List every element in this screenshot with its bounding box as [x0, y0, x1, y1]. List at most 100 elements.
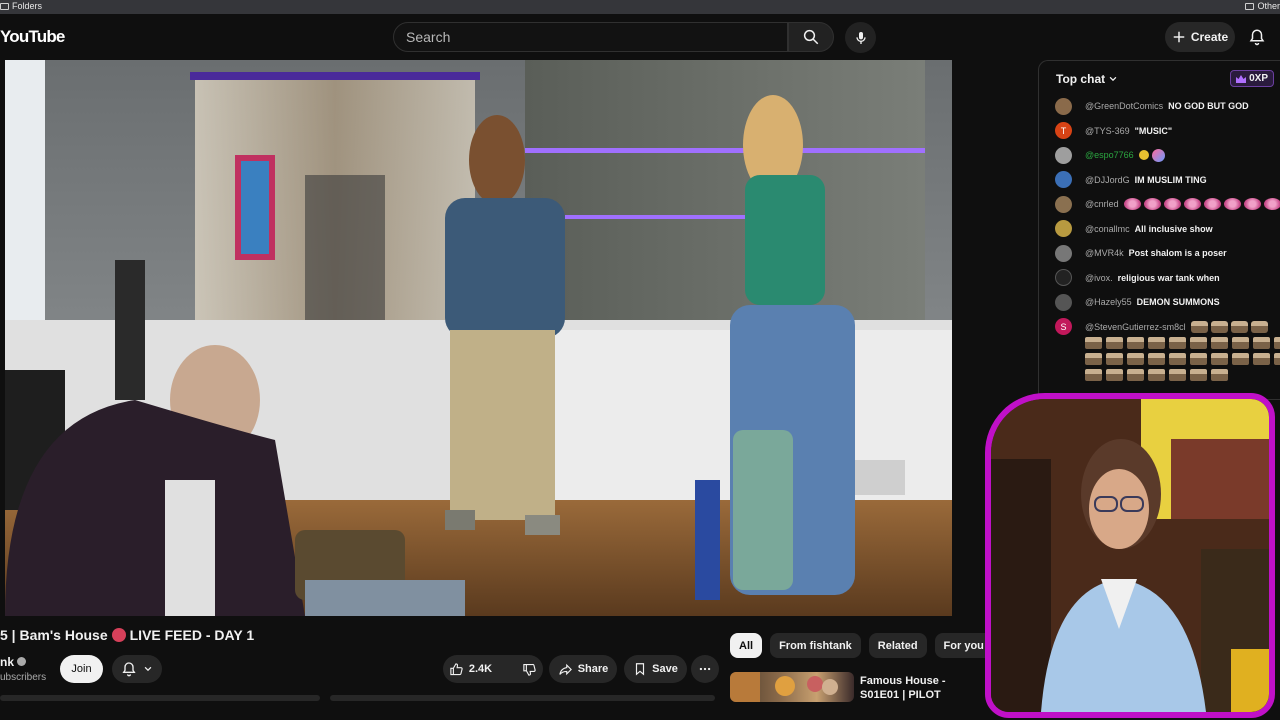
create-label: Create [1190, 30, 1229, 44]
chat-message: S @StevenGutierrez-sm8cl [1055, 315, 1280, 340]
box-emoji-icon [1210, 320, 1228, 333]
box-emoji-icon [1190, 369, 1207, 381]
chat-message: T @TYS-369 "MUSIC" [1055, 119, 1280, 144]
bookmark-other[interactable]: Other [1245, 1, 1280, 11]
box-emoji-icon [1085, 337, 1102, 349]
box-emoji-icon [1148, 337, 1165, 349]
avatar[interactable]: T [1055, 122, 1072, 140]
thumbs-down-icon [523, 663, 536, 676]
bookmark-folders[interactable]: Folders [0, 1, 42, 11]
box-emoji-icon [1274, 353, 1280, 365]
folder-icon [0, 2, 9, 10]
bookmark-other-label: Other [1257, 1, 1280, 11]
box-emoji-icon [1230, 320, 1248, 333]
chat-author[interactable]: @StevenGutierrez-sm8cl [1085, 322, 1186, 332]
chat-author[interactable]: @TYS-369 [1085, 126, 1130, 136]
box-emoji-icon [1106, 369, 1123, 381]
chat-message: @espo7766 [1055, 143, 1280, 168]
chat-text: Post shalom is a poser [1128, 248, 1227, 259]
face-emoji-icon [1163, 198, 1181, 211]
save-button[interactable]: Save [624, 655, 687, 683]
verified-icon [17, 657, 27, 666]
bookmark-folders-label: Folders [12, 1, 43, 11]
recommendation-chips: All From fishtank Related For you [730, 633, 993, 658]
more-actions-button[interactable] [691, 655, 719, 683]
thumbnail-image [730, 672, 838, 702]
box-emoji-icon [1274, 337, 1280, 349]
chip-from-channel[interactable]: From fishtank [770, 633, 861, 658]
box-emoji-icon [1211, 369, 1228, 381]
dislike-button[interactable] [512, 655, 547, 683]
chat-author[interactable]: @conallmc [1085, 224, 1130, 234]
box-emoji-icon [1169, 369, 1186, 381]
chat-text: "MUSIC" [1134, 125, 1173, 136]
join-button[interactable]: Join [60, 655, 103, 683]
box-emoji-icon [1232, 337, 1249, 349]
microphone-icon [855, 31, 866, 44]
comment-area [330, 695, 715, 701]
search-box[interactable] [393, 22, 788, 52]
crown-icon [1236, 74, 1247, 83]
webcam-feed [991, 399, 1269, 712]
notifications-button[interactable] [1246, 26, 1268, 48]
avatar[interactable] [1055, 293, 1072, 311]
chat-author[interactable]: @ivox. [1085, 273, 1113, 283]
video-title: 5 | Bam's House LIVE FEED - DAY 1 [0, 627, 254, 643]
avatar[interactable] [1055, 171, 1072, 189]
avatar[interactable] [1055, 97, 1072, 115]
video-title-suffix: LIVE FEED - DAY 1 [129, 627, 255, 643]
chat-text: NO GOD BUT GOD [1168, 101, 1249, 112]
chat-author[interactable]: @DJJordG [1085, 175, 1130, 185]
recommended-thumbnail[interactable] [730, 672, 854, 702]
share-icon [559, 663, 572, 675]
chip-related[interactable]: Related [868, 633, 927, 658]
youtube-logo[interactable]: YouTube [0, 27, 65, 47]
subscriber-count: ubscribers [0, 672, 47, 683]
box-emoji-icon [1190, 337, 1207, 349]
share-button[interactable]: Share [549, 655, 617, 683]
avatar[interactable]: S [1055, 318, 1072, 336]
box-emoji-icon [1106, 353, 1123, 365]
avatar[interactable] [1055, 195, 1072, 213]
chat-author[interactable]: @GreenDotComics [1085, 101, 1163, 111]
like-count: 2.4K [468, 663, 493, 675]
chat-author[interactable]: @espo7766 [1085, 150, 1134, 160]
avatar[interactable] [1055, 146, 1072, 164]
channel-name-text: nk [0, 655, 15, 669]
face-emoji-icon [1203, 198, 1221, 211]
channel-name[interactable]: nk [0, 655, 27, 669]
chat-author[interactable]: @MVR4k [1085, 248, 1124, 258]
chat-message: @GreenDotComics NO GOD BUT GOD [1055, 94, 1280, 119]
box-emoji-icon [1253, 353, 1270, 365]
avatar[interactable] [1055, 269, 1072, 287]
chat-message: @cnrled [1055, 192, 1280, 217]
avatar[interactable] [1055, 220, 1072, 238]
face-emoji-icon [1263, 198, 1280, 211]
recommended-video[interactable]: Famous House - S01E01 | PILOT [730, 672, 985, 702]
bell-icon [122, 662, 136, 677]
chip-all[interactable]: All [730, 633, 763, 658]
xp-badge[interactable]: 0XP [1230, 70, 1274, 87]
thumbs-up-icon [450, 662, 463, 675]
chevron-down-icon [1109, 76, 1117, 82]
face-emoji-icon [1183, 198, 1201, 211]
bell-icon [1249, 29, 1265, 46]
create-button[interactable]: Create [1165, 22, 1235, 52]
chat-text: All inclusive show [1134, 223, 1213, 234]
like-button[interactable]: 2.4K [439, 655, 502, 683]
chat-author[interactable]: @Hazely55 [1085, 297, 1132, 307]
video-frame [5, 60, 952, 616]
search-button[interactable] [788, 22, 834, 52]
video-player[interactable] [5, 60, 952, 616]
box-emoji-icon [1169, 337, 1186, 349]
recommended-title[interactable]: Famous House - S01E01 | PILOT [860, 674, 985, 702]
box-emoji-icon [1148, 353, 1165, 365]
webcam-overlay [985, 393, 1275, 718]
avatar[interactable] [1055, 244, 1072, 262]
subscribe-notifications-button[interactable] [112, 655, 162, 683]
description-box [0, 695, 320, 701]
search-input[interactable] [394, 23, 787, 51]
voice-search-button[interactable] [845, 22, 876, 53]
chat-message: @MVR4k Post shalom is a poser [1055, 241, 1280, 266]
chat-author[interactable]: @cnrled [1085, 199, 1119, 209]
